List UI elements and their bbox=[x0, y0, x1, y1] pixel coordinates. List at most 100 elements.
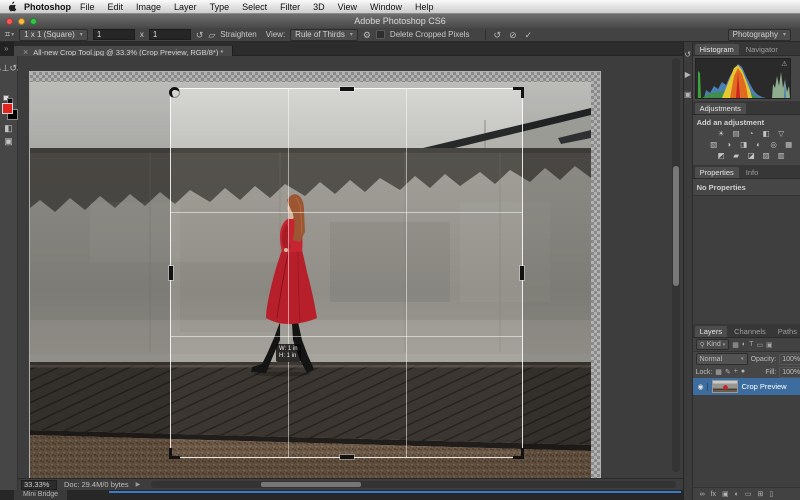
clone-stamp-tool[interactable]: ⊥ bbox=[2, 63, 10, 73]
horizontal-scrollbar[interactable] bbox=[151, 481, 676, 488]
adj-gradient-map-icon[interactable]: ▨ bbox=[760, 151, 773, 161]
adj-black-white-icon[interactable]: ◨ bbox=[737, 140, 750, 150]
history-panel-icon[interactable]: ↺ bbox=[684, 50, 691, 59]
crop-handle-top-right[interactable] bbox=[513, 87, 524, 98]
adj-color-lookup-icon[interactable]: ▦ bbox=[782, 140, 795, 150]
adj-curves-icon[interactable]: ◔ bbox=[745, 129, 758, 139]
adj-invert-icon[interactable]: ◩ bbox=[715, 151, 728, 161]
adj-exposure-icon[interactable]: ◧ bbox=[760, 129, 773, 139]
history-brush-tool[interactable]: ↺ bbox=[10, 63, 18, 73]
tab-navigator[interactable]: Navigator bbox=[741, 44, 783, 55]
layer-mask-icon[interactable]: ▣ bbox=[722, 490, 729, 498]
reset-crop-icon[interactable]: ↺ bbox=[494, 30, 502, 40]
menu-help[interactable]: Help bbox=[415, 2, 434, 12]
lock-icon-2[interactable]: + bbox=[734, 368, 738, 376]
commit-crop-icon[interactable]: ✓ bbox=[525, 30, 533, 40]
crop-height-input[interactable]: 1 bbox=[149, 29, 191, 40]
crop-options-gear-icon[interactable]: ⚙ bbox=[363, 30, 371, 40]
tab-layers[interactable]: Layers bbox=[695, 326, 728, 337]
layer-filter-icon-1[interactable]: ◐ bbox=[742, 341, 746, 349]
layer-filter-kind-select[interactable]: ⚲ Kind ▾ bbox=[696, 339, 730, 350]
layer-group-icon[interactable]: ▭ bbox=[745, 490, 752, 498]
default-swatches-icon[interactable] bbox=[0, 94, 18, 102]
adj-posterize-icon[interactable]: ▰ bbox=[730, 151, 743, 161]
adj-threshold-icon[interactable]: ◪ bbox=[745, 151, 758, 161]
opacity-input[interactable]: 100% ▾ bbox=[779, 354, 800, 365]
app-menu[interactable]: Photoshop bbox=[24, 2, 71, 12]
tab-channels[interactable]: Channels bbox=[729, 326, 771, 337]
lock-icon-0[interactable]: ▦ bbox=[715, 368, 722, 376]
menu-3d[interactable]: 3D bbox=[313, 2, 325, 12]
layer-filter-icon-3[interactable]: ▭ bbox=[756, 341, 763, 349]
layer-filter-icon-0[interactable]: ▦ bbox=[732, 341, 739, 349]
adj-selective-color-icon[interactable]: ▥ bbox=[775, 151, 788, 161]
adj-vibrance-icon[interactable]: ▽ bbox=[775, 129, 788, 139]
menu-edit[interactable]: Edit bbox=[108, 2, 124, 12]
menu-file[interactable]: File bbox=[80, 2, 95, 12]
apple-menu-icon[interactable] bbox=[8, 1, 17, 12]
straighten-button[interactable]: Straighten bbox=[220, 30, 256, 39]
tab-properties[interactable]: Properties bbox=[695, 167, 739, 178]
tab-adjustments[interactable]: Adjustments bbox=[695, 103, 746, 114]
toolbar-collapse-chevron[interactable]: » bbox=[4, 44, 8, 53]
menu-window[interactable]: Window bbox=[370, 2, 402, 12]
layer-filter-icon-4[interactable]: ▣ bbox=[766, 341, 773, 349]
adj-hue-saturation-icon[interactable]: ▧ bbox=[707, 140, 720, 150]
fill-input[interactable]: 100% ▾ bbox=[779, 367, 800, 378]
layer-filter-icon-2[interactable]: T bbox=[749, 341, 753, 349]
adj-photo-filter-icon[interactable]: ◐ bbox=[752, 140, 765, 150]
foreground-color-swatch[interactable] bbox=[2, 103, 13, 114]
delete-layer-icon[interactable]: ▯ bbox=[769, 490, 773, 498]
mini-bridge-tab[interactable]: Mini Bridge bbox=[14, 490, 67, 500]
straighten-level-icon[interactable]: ▱ bbox=[208, 30, 215, 40]
workspace-switcher[interactable]: Photography ▾ bbox=[728, 29, 791, 41]
new-layer-icon[interactable]: ⊞ bbox=[758, 490, 764, 498]
lock-icon-1[interactable]: ✎ bbox=[725, 368, 731, 376]
tab-info[interactable]: Info bbox=[741, 167, 764, 178]
menu-type[interactable]: Type bbox=[210, 2, 230, 12]
crop-handle-bottom[interactable] bbox=[340, 455, 354, 459]
blend-mode-select[interactable]: Normal ▾ bbox=[696, 353, 748, 365]
overlay-view-select[interactable]: Rule of Thirds ▾ bbox=[290, 29, 358, 41]
layer-row-crop-preview[interactable]: ◉ Crop Preview bbox=[693, 378, 800, 395]
layer-name[interactable]: Crop Preview bbox=[742, 382, 787, 391]
crop-box[interactable] bbox=[170, 88, 523, 458]
adj-color-balance-icon[interactable]: ◑ bbox=[722, 140, 735, 150]
tab-paths[interactable]: Paths bbox=[773, 326, 800, 337]
crop-handle-top-left[interactable] bbox=[169, 87, 180, 98]
layer-thumbnail[interactable] bbox=[712, 380, 738, 393]
crop-handle-bottom-right[interactable] bbox=[513, 448, 524, 459]
crop-tool-badge[interactable]: ⌗ ▾ bbox=[5, 29, 14, 40]
horizontal-scrollbar-thumb[interactable] bbox=[261, 482, 361, 487]
crop-handle-right[interactable] bbox=[520, 266, 524, 280]
crop-handle-top[interactable] bbox=[340, 87, 354, 91]
layer-effects-icon[interactable]: fx bbox=[711, 491, 716, 498]
crop-handle-left[interactable] bbox=[169, 266, 173, 280]
menu-select[interactable]: Select bbox=[242, 2, 267, 12]
lock-icon-3[interactable]: ● bbox=[741, 368, 745, 376]
crop-preset-select[interactable]: 1 x 1 (Square) ▾ bbox=[19, 29, 88, 41]
tab-histogram[interactable]: Histogram bbox=[695, 44, 739, 55]
status-flyout-icon[interactable]: ▶ bbox=[136, 481, 141, 488]
crop-handle-bottom-left[interactable] bbox=[169, 448, 180, 459]
menu-view[interactable]: View bbox=[338, 2, 357, 12]
histogram-warning-icon[interactable]: ⚠ bbox=[781, 60, 787, 68]
adj-brightness-contrast-icon[interactable]: ☀ bbox=[715, 129, 728, 139]
vertical-scrollbar[interactable] bbox=[672, 58, 680, 472]
adj-levels-icon[interactable]: ▤ bbox=[730, 129, 743, 139]
vertical-scrollbar-thumb[interactable] bbox=[673, 166, 679, 286]
zoom-level-input[interactable]: 33.33% bbox=[21, 480, 57, 490]
cancel-crop-icon[interactable]: ⊘ bbox=[509, 30, 517, 40]
menu-filter[interactable]: Filter bbox=[280, 2, 300, 12]
crop-width-input[interactable]: 1 bbox=[93, 29, 135, 40]
menu-layer[interactable]: Layer bbox=[174, 2, 197, 12]
actions-panel-icon[interactable]: ▶ bbox=[685, 70, 691, 79]
screen-mode-button[interactable]: ▣ bbox=[0, 135, 18, 148]
clone-source-panel-icon[interactable]: ▣ bbox=[684, 90, 692, 99]
delete-cropped-pixels-checkbox[interactable] bbox=[376, 30, 385, 39]
menu-image[interactable]: Image bbox=[136, 2, 161, 12]
adj-channel-mixer-icon[interactable]: ◎ bbox=[767, 140, 780, 150]
adjustment-layer-icon[interactable]: ◐ bbox=[735, 491, 739, 498]
swap-dimensions-icon[interactable]: ↺ bbox=[196, 30, 204, 40]
quick-mask-button[interactable]: ◧ bbox=[0, 122, 18, 135]
